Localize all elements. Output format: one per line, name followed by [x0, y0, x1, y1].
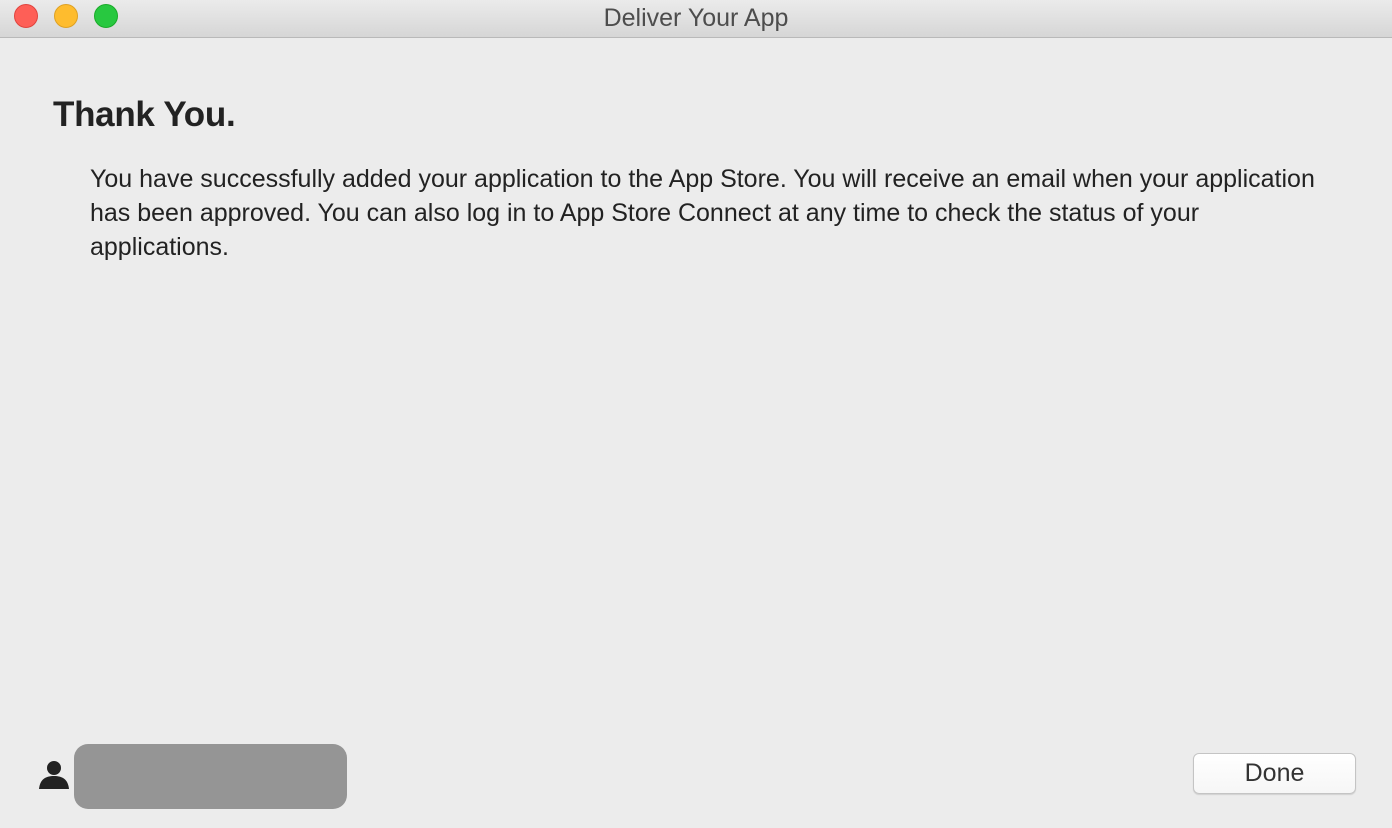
account-name-field-redacted: [74, 744, 347, 809]
page-heading: Thank You.: [53, 95, 236, 134]
window-title: Deliver Your App: [603, 4, 789, 32]
deliver-app-window: Deliver Your App Thank You. You have suc…: [0, 0, 1392, 828]
user-silhouette-icon: [37, 758, 71, 790]
title-bar: Deliver Your App: [0, 0, 1392, 38]
done-button[interactable]: Done: [1193, 753, 1356, 794]
success-message: You have successfully added your applica…: [90, 165, 1315, 261]
